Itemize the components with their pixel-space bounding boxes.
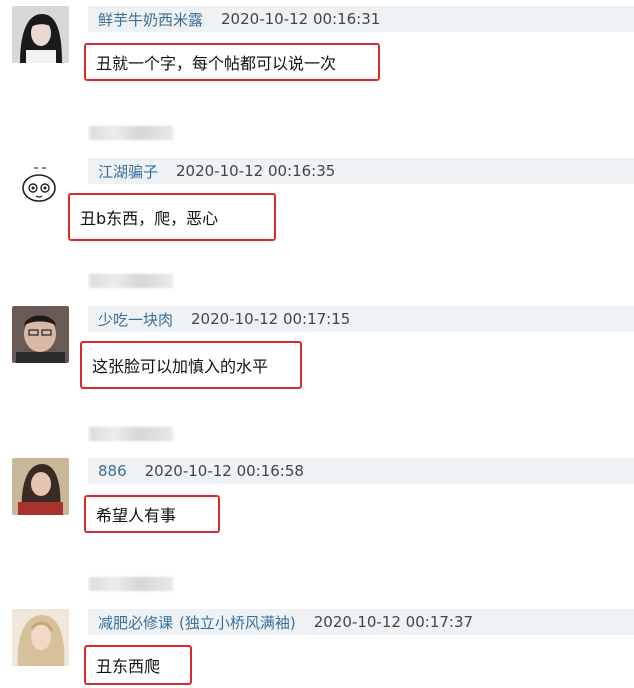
comment-content: 这张脸可以加慎入的水平: [80, 341, 302, 389]
comment-header: 江湖骗子 2020-10-12 00:16:35: [88, 158, 634, 184]
blonde-portrait-avatar[interactable]: [12, 609, 69, 666]
comment-header: 少吃一块肉 2020-10-12 00:17:15: [88, 306, 634, 332]
comment-timestamp: 2020-10-12 00:16:35: [176, 162, 336, 180]
girl-portrait-avatar[interactable]: [12, 6, 69, 63]
woman-portrait-avatar[interactable]: [12, 458, 69, 515]
username-link[interactable]: 江湖骗子: [98, 161, 158, 182]
comment-header: 886 2020-10-12 00:16:58: [88, 458, 634, 484]
username-link[interactable]: 886: [98, 462, 127, 480]
comment-header: 减肥必修课 (独立小桥风满袖) 2020-10-12 00:17:37: [88, 609, 634, 635]
blurred-reply-link: [90, 126, 172, 140]
blurred-reply-link: [90, 427, 172, 441]
comment-timestamp: 2020-10-12 00:17:37: [313, 613, 474, 631]
blurred-reply-link: [90, 577, 172, 591]
username-link[interactable]: 少吃一块肉: [98, 309, 173, 330]
comment-content: 希望人有事: [84, 495, 220, 533]
comment-text: 丑b东西，爬，恶心: [80, 209, 219, 228]
cartoon-face-avatar[interactable]: [12, 158, 69, 215]
comment-content: 丑b东西，爬，恶心: [68, 193, 276, 241]
comment-text: 希望人有事: [96, 506, 177, 525]
comment-timestamp: 2020-10-12 00:16:31: [221, 10, 381, 28]
man-portrait-avatar[interactable]: [12, 306, 69, 363]
username-link[interactable]: 减肥必修课: [98, 612, 173, 633]
blurred-reply-link: [90, 274, 172, 288]
username-alias[interactable]: (独立小桥风满袖): [179, 612, 296, 633]
comment-text: 丑东西爬: [96, 657, 161, 676]
comment-timestamp: 2020-10-12 00:16:58: [144, 462, 304, 480]
comment-timestamp: 2020-10-12 00:17:15: [191, 310, 351, 328]
username-link[interactable]: 鲜芋牛奶西米露: [98, 9, 203, 30]
comment-content: 丑就一个字，每个帖都可以说一次: [84, 43, 380, 81]
comment-content: 丑东西爬: [84, 645, 192, 685]
comment-header: 鲜芋牛奶西米露 2020-10-12 00:16:31: [88, 6, 634, 32]
comment-text: 这张脸可以加慎入的水平: [92, 357, 269, 376]
comment-text: 丑就一个字，每个帖都可以说一次: [96, 54, 337, 73]
